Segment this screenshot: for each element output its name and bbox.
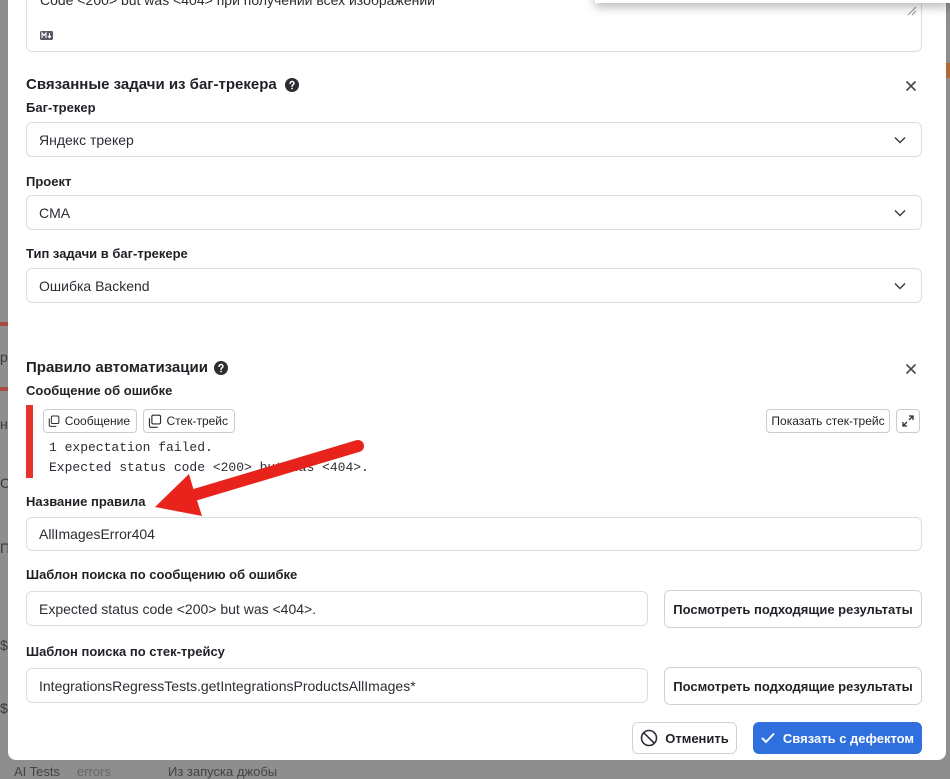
error-line: 1 expectation failed.: [49, 440, 213, 455]
close-icon[interactable]: [905, 80, 917, 92]
background-red-bar: [0, 322, 8, 326]
question-circle-icon[interactable]: [285, 78, 299, 92]
stacktrace-pattern-label: Шаблон поиска по стек-трейсу: [26, 644, 225, 659]
stacktrace-pattern-input[interactable]: [26, 668, 648, 703]
bug-tracker-label: Баг-трекер: [26, 100, 96, 115]
background-fragment: $: [0, 637, 8, 653]
background-fragment: $: [0, 700, 8, 716]
link-defect-modal: Code <200> but was <404> при получении в…: [8, 0, 946, 760]
background-red-bar: [0, 387, 8, 391]
resize-handle-icon[interactable]: [907, 6, 917, 16]
stacktrace-copy-button[interactable]: Стек-трейс: [143, 409, 235, 433]
copy-icon: [148, 414, 162, 428]
error-message-label: Сообщение об ошибке: [26, 383, 173, 398]
expand-button[interactable]: [896, 409, 920, 433]
error-bar: [26, 405, 33, 478]
copy-icon: [48, 415, 60, 427]
background-text: AI Tests: [14, 764, 61, 779]
background-text: errors: [77, 764, 111, 779]
project-value: CMA: [39, 204, 71, 221]
error-message-block: Сообщение Стек-трейс Показать стек-трейс…: [26, 405, 922, 478]
rule-name-label: Название правила: [26, 494, 146, 509]
stacktrace-copy-label: Стек-трейс: [166, 414, 229, 428]
show-stacktrace-label: Показать стек-трейс: [771, 414, 885, 428]
close-icon[interactable]: [905, 363, 917, 375]
project-select[interactable]: CMA: [26, 195, 922, 230]
cancel-label: Отменить: [665, 730, 729, 746]
message-pattern-preview-label: Посмотреть подходящие результаты: [673, 601, 913, 617]
expand-icon: [902, 415, 914, 427]
chevron-down-icon: [894, 136, 906, 144]
background-fragment: р: [0, 349, 8, 365]
bug-tracker-select[interactable]: Яндекс трекер: [26, 122, 922, 157]
project-label: Проект: [26, 174, 72, 189]
chevron-down-icon: [894, 282, 906, 290]
link-defect-button[interactable]: Связать с дефектом: [753, 722, 922, 754]
rule-name-input[interactable]: [26, 517, 922, 551]
linked-issues-title: Связанные задачи из баг-трекера: [26, 76, 277, 93]
automation-rule-title: Правило автоматизации: [26, 359, 208, 376]
error-line: Expected status code <200> but was <404>…: [49, 460, 369, 475]
issue-type-value: Ошибка Backend: [39, 277, 150, 294]
message-pattern-input[interactable]: [26, 591, 648, 626]
check-icon: [761, 732, 775, 744]
stacktrace-pattern-preview-label: Посмотреть подходящие результаты: [673, 678, 913, 694]
message-copy-button[interactable]: Сообщение: [43, 409, 137, 433]
message-pattern-label: Шаблон поиска по сообщению об ошибке: [26, 567, 298, 582]
issue-type-select[interactable]: Ошибка Backend: [26, 268, 922, 303]
message-copy-label: Сообщение: [64, 414, 130, 428]
floating-panel: [595, 0, 950, 3]
stacktrace-pattern-preview-button[interactable]: Посмотреть подходящие результаты: [664, 667, 922, 705]
bug-tracker-value: Яндекс трекер: [39, 131, 134, 148]
message-pattern-preview-button[interactable]: Посмотреть подходящие результаты: [664, 590, 922, 628]
description-textarea[interactable]: Code <200> but was <404> при получении в…: [26, 0, 922, 52]
question-circle-icon[interactable]: [214, 361, 228, 375]
show-stacktrace-button[interactable]: Показать стек-трейс: [766, 409, 890, 433]
description-text: Code <200> but was <404> при получении в…: [40, 0, 435, 8]
background-text: Из запуска джобы: [168, 764, 278, 779]
chevron-down-icon: [894, 209, 906, 217]
background-fragment: н: [0, 416, 8, 432]
cancel-button[interactable]: Отменить: [632, 722, 737, 754]
link-defect-label: Связать с дефектом: [782, 730, 915, 746]
issue-type-label: Тип задачи в баг-трекере: [26, 246, 188, 261]
markdown-icon[interactable]: [40, 31, 53, 40]
cancel-icon: [640, 729, 658, 747]
